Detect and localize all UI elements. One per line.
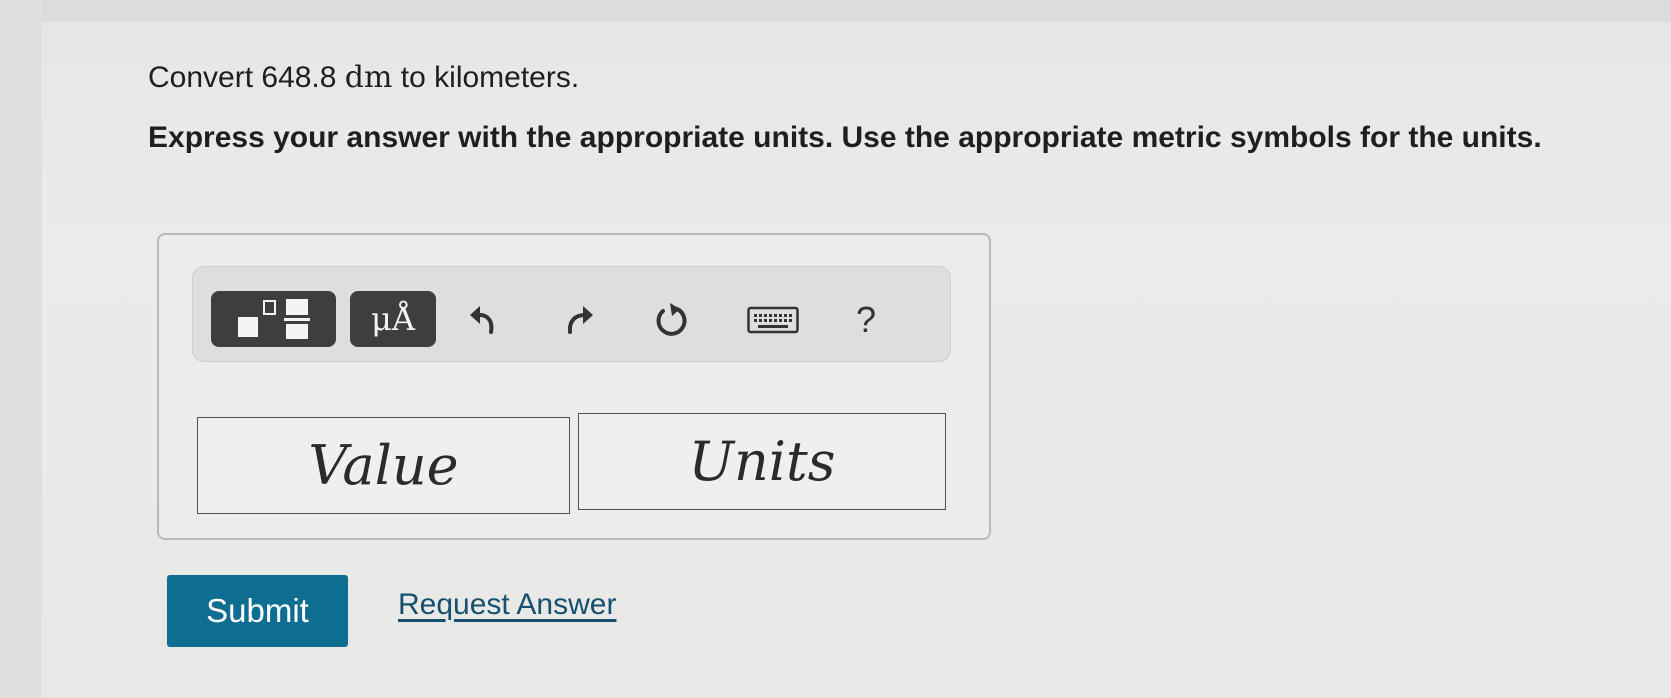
keyboard-button[interactable] xyxy=(743,295,803,345)
submit-button[interactable]: Submit xyxy=(167,575,348,647)
units-button[interactable]: μÅ xyxy=(350,291,436,347)
question-unit: dm xyxy=(344,60,393,95)
math-toolbar: μÅ ? xyxy=(192,266,951,362)
units-placeholder: Units xyxy=(688,430,836,493)
redo-button[interactable] xyxy=(553,295,603,345)
reset-icon xyxy=(656,303,687,336)
help-button[interactable]: ? xyxy=(841,295,891,345)
answer-panel: μÅ ? Value Units xyxy=(157,233,991,540)
units-button-label: μÅ xyxy=(371,300,415,338)
left-strip xyxy=(0,0,42,698)
reset-button[interactable] xyxy=(646,295,696,345)
keyboard-icon xyxy=(747,306,799,334)
page: Convert 648.8 dm to kilometers. Express … xyxy=(0,0,1671,698)
question-suffix: to kilometers. xyxy=(400,61,580,94)
request-answer-link[interactable]: Request Answer xyxy=(398,588,616,622)
undo-icon xyxy=(470,306,494,334)
value-input[interactable]: Value xyxy=(197,417,570,514)
question-text: Convert 648.8 dm to kilometers. xyxy=(148,58,579,98)
value-placeholder: Value xyxy=(308,434,459,497)
units-input[interactable]: Units xyxy=(578,413,946,510)
top-strip xyxy=(0,0,1671,22)
undo-button[interactable] xyxy=(460,295,510,345)
instruction-text: Express your answer with the appropriate… xyxy=(148,121,1542,154)
templates-icon xyxy=(237,299,310,339)
redo-icon xyxy=(567,306,593,334)
templates-button[interactable] xyxy=(211,291,336,347)
question-prefix: Convert 648.8 xyxy=(148,61,337,94)
